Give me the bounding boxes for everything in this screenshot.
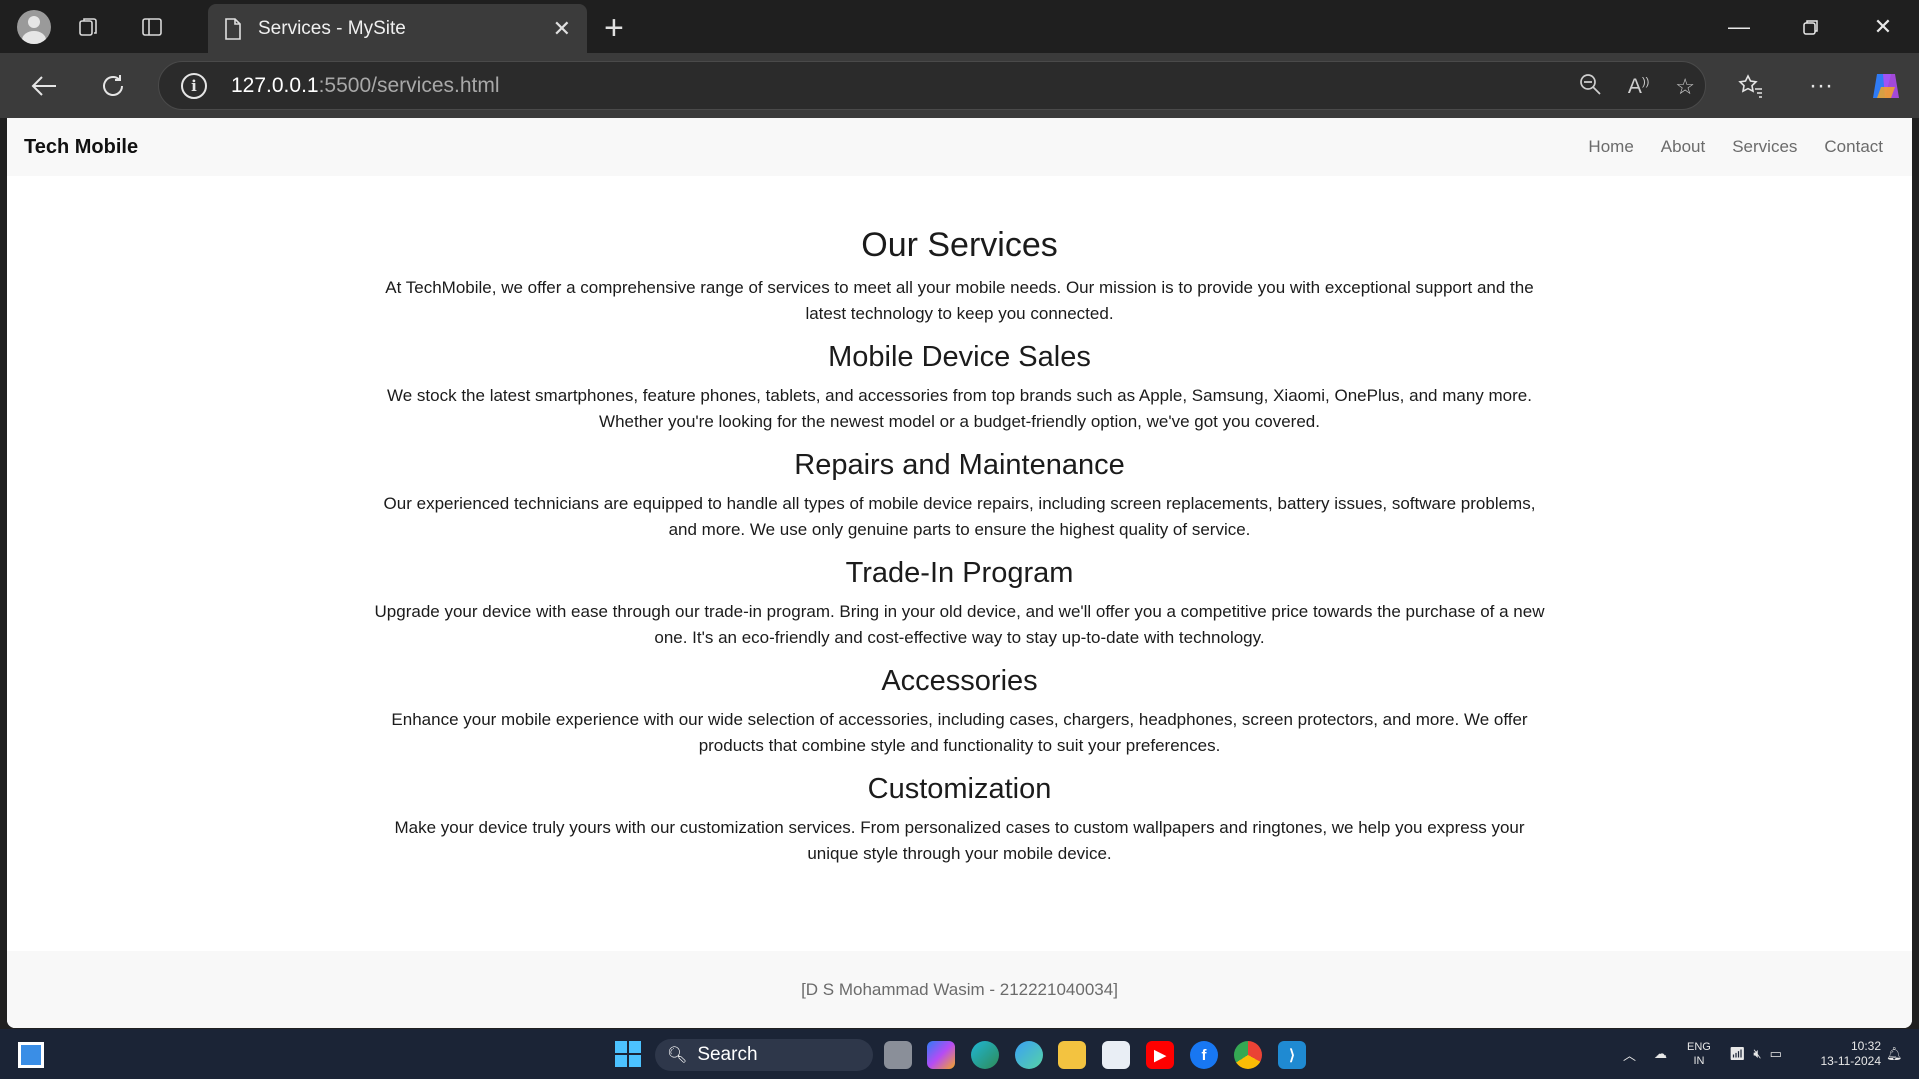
store-icon[interactable] — [1102, 1041, 1130, 1069]
profile-avatar[interactable] — [17, 9, 51, 44]
section-title: Repairs and Maintenance — [794, 449, 1125, 481]
page-icon — [225, 17, 241, 40]
vscode-icon[interactable]: ⟩ — [1278, 1041, 1306, 1069]
site-footer: [D S Mohammad Wasim - 212221040034] — [7, 951, 1912, 1028]
section-text: Make your device truly yours with our cu… — [394, 818, 1525, 863]
refresh-icon[interactable] — [88, 61, 138, 111]
tab-title: Services - MySite — [258, 17, 406, 39]
chrome-icon[interactable] — [1234, 1041, 1262, 1069]
read-aloud-icon[interactable]: A)) — [1628, 75, 1649, 99]
section-text: Upgrade your device with ease through ou… — [374, 602, 1545, 647]
close-tab-icon[interactable]: ✕ — [553, 16, 571, 42]
nav-link-about[interactable]: About — [1661, 137, 1705, 157]
favorites-icon[interactable] — [1726, 61, 1776, 111]
edge-app-icon[interactable] — [971, 1041, 999, 1069]
services-content: Our Services At TechMobile, we offer a c… — [370, 176, 1550, 866]
url-text[interactable]: 127.0.0.1:5500/services.html — [231, 74, 500, 98]
start-windows-icon[interactable] — [615, 1041, 641, 1067]
nav-links: Home About Services Contact — [1588, 137, 1883, 157]
minimize-icon[interactable]: — — [1703, 0, 1775, 53]
zoom-out-icon[interactable] — [1578, 72, 1602, 102]
search-label: Search — [697, 1044, 758, 1065]
language-indicator[interactable]: ENG IN — [1687, 1040, 1711, 1068]
site-navbar: Tech Mobile Home About Services Contact — [7, 118, 1912, 176]
intro-text: At TechMobile, we offer a comprehensive … — [385, 278, 1534, 323]
footer-text: [D S Mohammad Wasim - 212221040034] — [801, 979, 1118, 999]
volume-muted-icon[interactable]: 🔇︎ — [1753, 1046, 1761, 1062]
section-title: Customization — [867, 773, 1052, 805]
battery-icon[interactable]: ▭ — [1770, 1046, 1782, 1062]
tray-chevron-icon[interactable]: ︿ — [1623, 1045, 1636, 1064]
section-text: Our experienced technicians are equipped… — [383, 494, 1536, 539]
more-menu-icon[interactable]: ··· — [1796, 61, 1846, 111]
address-bar[interactable]: i 127.0.0.1:5500/services.html A)) ☆ — [158, 61, 1706, 110]
taskbar-search[interactable]: 🔍︎ Search — [655, 1039, 873, 1071]
copilot-icon[interactable] — [1861, 61, 1911, 111]
wifi-icon[interactable]: 📶︎ — [1729, 1046, 1746, 1062]
tab-actions-icon[interactable] — [127, 2, 177, 52]
browser-tab-bar: Services - MySite ✕ + — ✕ — [0, 0, 1919, 53]
restore-icon[interactable] — [1775, 0, 1847, 53]
edge-beta-icon[interactable] — [1015, 1041, 1043, 1069]
facebook-icon[interactable]: f — [1190, 1041, 1218, 1069]
copilot-app-icon[interactable] — [927, 1041, 955, 1069]
section-title: Accessories — [881, 665, 1038, 697]
system-tray: ︿ ☁ ENG IN 📶︎ 🔇︎ ▭ — [1623, 1029, 1782, 1079]
active-tab[interactable]: Services - MySite ✕ — [208, 4, 587, 53]
page-viewport: Tech Mobile Home About Services Contact … — [7, 118, 1912, 1028]
close-window-icon[interactable]: ✕ — [1847, 0, 1919, 53]
task-view-icon[interactable] — [884, 1041, 912, 1069]
new-tab-icon[interactable]: + — [604, 9, 624, 48]
onedrive-icon[interactable]: ☁ — [1654, 1046, 1667, 1062]
site-info-icon[interactable]: i — [181, 72, 207, 99]
page-title: Our Services — [861, 226, 1058, 264]
site-brand[interactable]: Tech Mobile — [24, 136, 1588, 159]
notification-bell-icon[interactable]: 🔔︎ — [1886, 1029, 1903, 1079]
section-title: Mobile Device Sales — [828, 341, 1091, 373]
clock[interactable]: 10:32 13-11-2024 — [1821, 1039, 1882, 1069]
nav-link-services[interactable]: Services — [1732, 137, 1797, 157]
taskbar: 🔍︎ Search ▶ f ⟩ ︿ ☁ ENG IN 📶︎ 🔇︎ ▭ 10:32… — [0, 1029, 1919, 1079]
section-title: Trade-In Program — [845, 557, 1074, 589]
section-text: We stock the latest smartphones, feature… — [387, 386, 1532, 431]
address-toolbar: i 127.0.0.1:5500/services.html A)) ☆ ··· — [0, 53, 1919, 118]
favorite-star-icon[interactable]: ☆ — [1675, 74, 1695, 100]
nav-link-contact[interactable]: Contact — [1824, 137, 1883, 157]
back-icon[interactable] — [19, 61, 69, 111]
section-text: Enhance your mobile experience with our … — [391, 710, 1528, 755]
youtube-icon[interactable]: ▶ — [1146, 1041, 1174, 1069]
workspaces-icon[interactable] — [63, 2, 113, 52]
nav-link-home[interactable]: Home — [1588, 137, 1633, 157]
file-explorer-icon[interactable] — [1058, 1041, 1086, 1069]
widgets-icon[interactable] — [18, 1042, 44, 1068]
search-icon: 🔍︎ — [667, 1047, 688, 1064]
